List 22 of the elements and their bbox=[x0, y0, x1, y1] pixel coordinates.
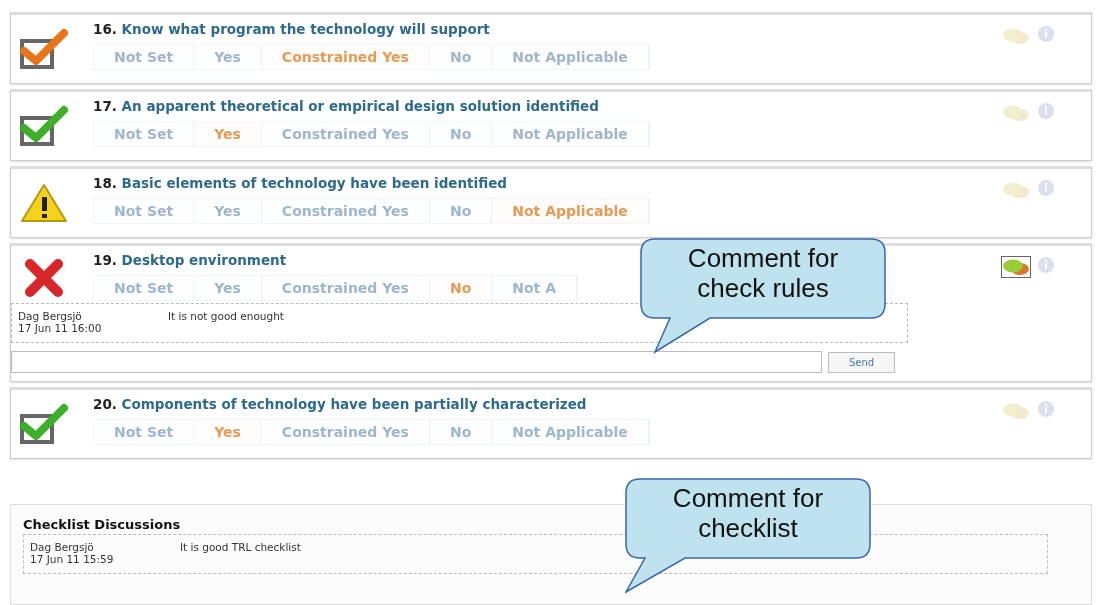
item-title[interactable]: 18. Basic elements of technology have been identified bbox=[93, 175, 507, 191]
option-button[interactable]: Constrained Yes bbox=[261, 45, 430, 69]
comment-text: It is not good enought bbox=[168, 310, 284, 324]
discussion-title: Checklist Discussions bbox=[23, 517, 181, 532]
option-button[interactable]: Yes bbox=[194, 122, 262, 146]
callout-text: check rules bbox=[697, 273, 829, 304]
comment-date: 17 Jun 11 16:00 bbox=[18, 322, 103, 334]
item-title[interactable]: 20. Components of technology have been partially characterized bbox=[93, 396, 587, 412]
comment-author: Dag Bergsjö bbox=[18, 310, 83, 322]
item-title[interactable]: 16. Know what program the technology will support bbox=[93, 21, 490, 37]
callout-text: Comment for bbox=[672, 484, 824, 514]
item-title[interactable]: 19. Desktop environment bbox=[93, 252, 287, 268]
option-button[interactable]: Yes bbox=[194, 420, 262, 444]
item-title[interactable]: 17. An apparent theoretical or empirical design solution identified bbox=[93, 98, 599, 114]
option-button[interactable]: No bbox=[429, 276, 493, 300]
comment-date: 17 Jun 11 15:59 bbox=[30, 553, 115, 565]
callout-text: checklist bbox=[698, 513, 798, 544]
comment-text: It is good TRL checklist bbox=[180, 541, 301, 555]
callout-text: Comment for bbox=[687, 244, 839, 274]
comment-author: Dag Bergsjö bbox=[30, 541, 95, 553]
option-button[interactable]: Not Applicable bbox=[492, 199, 649, 223]
send-button[interactable]: Send bbox=[828, 351, 896, 373]
